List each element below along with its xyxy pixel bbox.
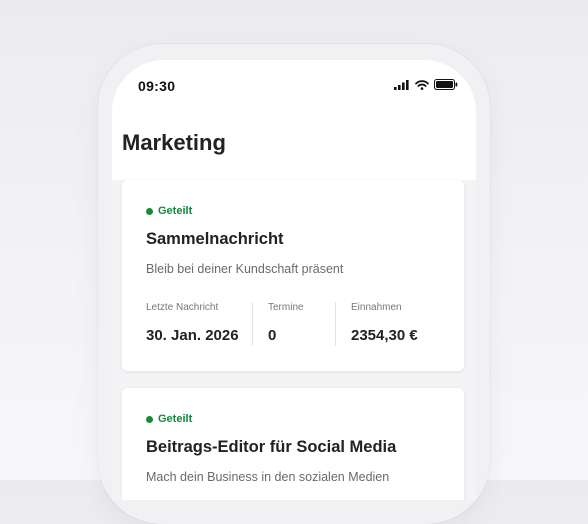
stat-last-message: Letzte Nachricht 30. Jan. 2026 xyxy=(146,302,239,348)
status-badge: Geteilt xyxy=(146,413,192,425)
stat-value: 0 xyxy=(268,327,277,344)
signal-icon xyxy=(394,79,409,90)
stat-label: Einnahmen xyxy=(351,302,402,313)
card-stats: Letzte Nachricht 30. Jan. 2026 Termine 0… xyxy=(146,302,442,348)
status-time: 09:30 xyxy=(138,78,176,94)
stat-label: Termine xyxy=(268,302,304,313)
card-subtitle: Mach dein Business in den sozialen Medie… xyxy=(146,470,390,484)
status-badge-label: Geteilt xyxy=(158,413,193,425)
stat-revenue: Einnahmen 2354,30 € xyxy=(351,302,418,348)
status-dot-icon xyxy=(146,207,153,215)
stat-value: 30. Jan. 2026 xyxy=(146,327,239,344)
phone-screen: 09:30 Marketing Geteilt Sammelnachricht … xyxy=(112,60,476,500)
status-icons xyxy=(394,79,458,90)
status-badge: Geteilt xyxy=(146,205,192,217)
status-dot-icon xyxy=(146,415,153,423)
status-badge-label: Geteilt xyxy=(158,205,193,217)
page-title: Marketing xyxy=(122,130,226,155)
campaign-card-sammelnachricht[interactable]: Geteilt Sammelnachricht Bleib bei deiner… xyxy=(122,180,464,371)
card-subtitle: Bleib bei deiner Kundschaft präsent xyxy=(146,262,344,276)
stat-appointments: Termine 0 xyxy=(268,302,304,348)
battery-icon xyxy=(434,79,458,90)
card-title: Sammelnachricht xyxy=(146,230,284,248)
stat-divider xyxy=(335,302,336,346)
stat-value: 2354,30 € xyxy=(351,327,418,344)
campaign-card-social-media[interactable]: Geteilt Beitrags-Editor für Social Media… xyxy=(122,388,464,500)
stat-divider xyxy=(252,302,253,346)
wifi-icon xyxy=(415,79,429,90)
card-title: Beitrags-Editor für Social Media xyxy=(146,438,397,456)
stat-label: Letzte Nachricht xyxy=(146,302,219,313)
